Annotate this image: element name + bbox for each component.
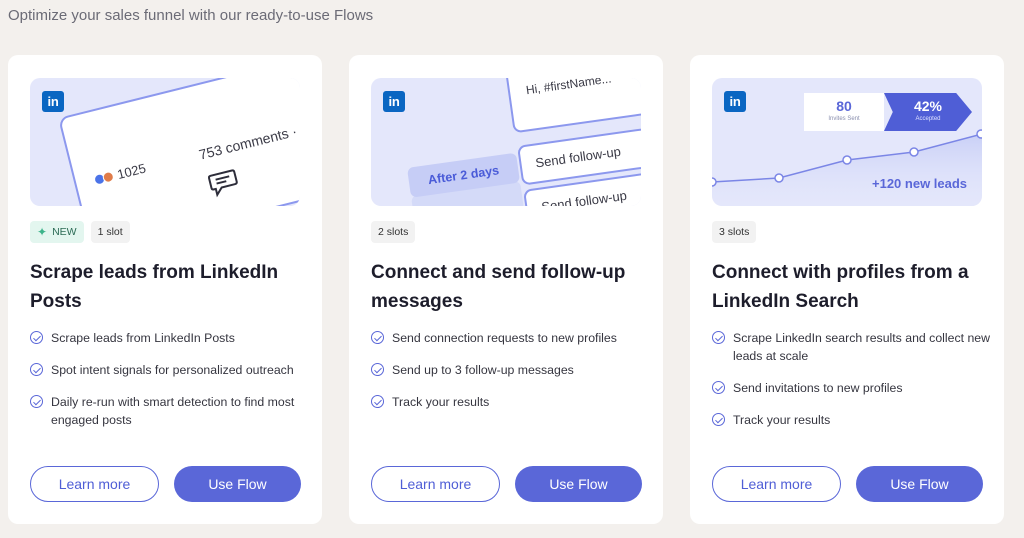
flow-card-linkedin-search: in 80 Invites Sent 42% Accepted +120 new…: [690, 55, 1004, 524]
page-subtitle: Optimize your sales funnel with our read…: [8, 7, 374, 24]
use-flow-button[interactable]: Use Flow: [515, 466, 642, 502]
feature-item: Send up to 3 follow-up messages: [371, 361, 651, 379]
slots-badge: 1 slot: [90, 221, 130, 243]
linkedin-icon: in: [724, 91, 746, 112]
check-circle-icon: [712, 381, 725, 394]
slots-badge: 2 slots: [371, 221, 416, 243]
badges: ✦ NEW 1 slot: [30, 221, 130, 243]
reactions-count: 1025: [92, 161, 147, 188]
invites-sent-value: 80: [836, 98, 852, 114]
comment-icon: [207, 169, 238, 198]
like-icon: [118, 205, 140, 206]
feature-text: Spot intent signals for personalized out…: [51, 363, 294, 377]
comments-count: 753 comments · 234: [197, 116, 300, 163]
check-circle-icon: [371, 331, 384, 344]
use-flow-button[interactable]: Use Flow: [174, 466, 301, 502]
card-title: Connect and send follow-up messages: [371, 262, 626, 312]
card-banner: in 1025 753 comments · 234: [30, 78, 300, 206]
check-circle-icon: [30, 331, 43, 344]
accepted-label: Accepted: [915, 116, 941, 122]
check-circle-icon: [371, 363, 384, 376]
badges: 3 slots: [712, 221, 757, 243]
message-bubble: Hi, #firstName...: [505, 78, 641, 134]
invites-sent-label: Invites Sent: [828, 116, 860, 122]
slots-badge: 3 slots: [712, 221, 757, 243]
feature-list: Scrape leads from LinkedIn Posts Spot in…: [30, 329, 310, 443]
card-title: Scrape leads from LinkedIn Posts: [30, 262, 279, 312]
flow-card-connect-follow-up: in Hi, #firstName... Send follow-up Send…: [349, 55, 663, 524]
learn-more-button[interactable]: Learn more: [712, 466, 841, 502]
invites-sent-stat: 80 Invites Sent: [804, 93, 884, 131]
feature-text: Track your results: [392, 395, 490, 409]
use-flow-button[interactable]: Use Flow: [856, 466, 983, 502]
new-badge: ✦ NEW: [30, 221, 84, 243]
feature-text: Send up to 3 follow-up messages: [392, 363, 574, 377]
check-circle-icon: [30, 363, 43, 376]
feature-text: Send invitations to new profiles: [733, 381, 903, 395]
check-circle-icon: [712, 413, 725, 426]
learn-more-button[interactable]: Learn more: [30, 466, 159, 502]
card-title: Connect with profiles from a LinkedIn Se…: [712, 262, 969, 312]
feature-item: Scrape leads from LinkedIn Posts: [30, 329, 310, 347]
feature-item: Track your results: [712, 411, 992, 429]
feature-item: Daily re-run with smart detection to fin…: [30, 393, 310, 429]
feature-text: Daily re-run with smart detection to fin…: [51, 395, 295, 427]
card-banner: in 80 Invites Sent 42% Accepted +120 new…: [712, 78, 982, 206]
linkedin-icon: in: [42, 91, 64, 112]
linkedin-icon: in: [383, 91, 405, 112]
feature-list: Send connection requests to new profiles…: [371, 329, 651, 425]
feature-item: Send invitations to new profiles: [712, 379, 992, 397]
sparkle-icon: ✦: [37, 225, 48, 239]
feature-item: Send connection requests to new profiles: [371, 329, 651, 347]
new-badge-label: NEW: [52, 226, 77, 238]
badges: 2 slots: [371, 221, 416, 243]
post-preview-illustration: 1025 753 comments · 234: [58, 78, 300, 206]
new-leads-label: +120 new leads: [872, 176, 968, 191]
card-banner: in Hi, #firstName... Send follow-up Send…: [371, 78, 641, 206]
accepted-stat: 42% Accepted: [884, 93, 972, 131]
check-circle-icon: [30, 395, 43, 408]
feature-item: Spot intent signals for personalized out…: [30, 361, 310, 379]
check-circle-icon: [712, 331, 725, 344]
feature-text: Track your results: [733, 413, 831, 427]
feature-item: Track your results: [371, 393, 651, 411]
learn-more-button[interactable]: Learn more: [371, 466, 500, 502]
feature-text: Send connection requests to new profiles: [392, 331, 617, 345]
flow-card-scrape-posts: in 1025 753 comments · 234 ✦ NEW: [8, 55, 322, 524]
feature-text: Scrape LinkedIn search results and colle…: [733, 331, 991, 363]
reactions-value: 1025: [115, 160, 148, 183]
check-circle-icon: [371, 395, 384, 408]
feature-text: Scrape leads from LinkedIn Posts: [51, 331, 235, 345]
feature-list: Scrape LinkedIn search results and colle…: [712, 329, 992, 443]
feature-item: Scrape LinkedIn search results and colle…: [712, 329, 992, 365]
accepted-value: 42%: [913, 98, 943, 114]
